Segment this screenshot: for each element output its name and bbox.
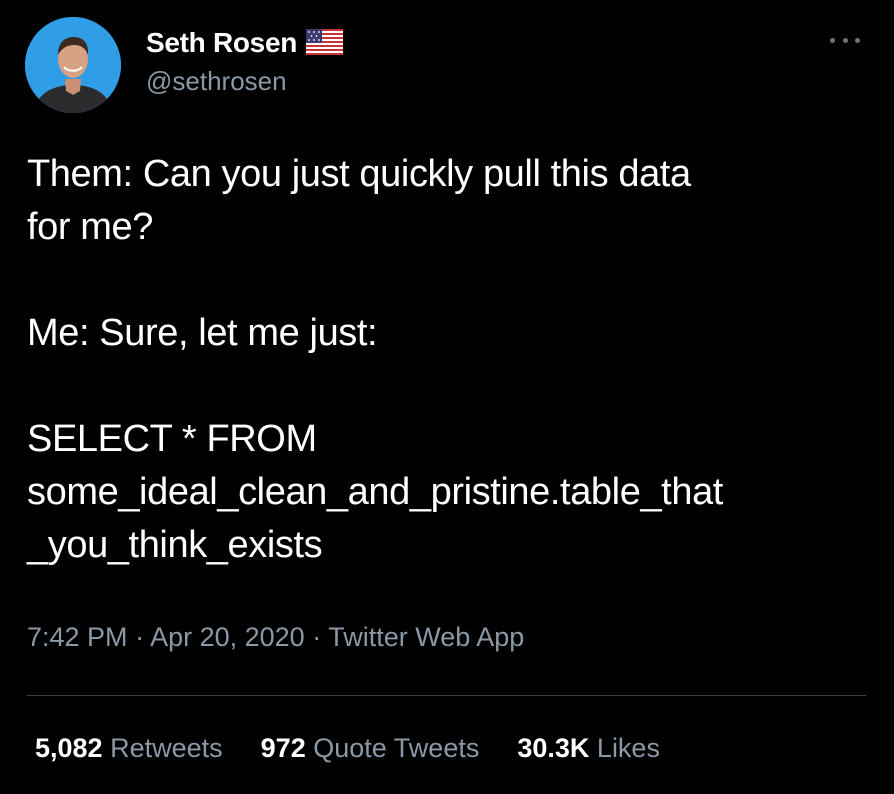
author-display-name[interactable]: Seth Rosen: [146, 27, 297, 59]
engagement-stats: 5,082 Retweets 972 Quote Tweets 30.3K Li…: [35, 733, 660, 764]
quote-tweets-label: Quote Tweets: [313, 733, 480, 763]
likes-count: 30.3K: [517, 733, 590, 763]
dot: [855, 37, 860, 43]
tweet-text-line: _you_think_exists: [27, 524, 323, 566]
dot: [842, 37, 848, 43]
avatar[interactable]: [25, 17, 121, 113]
likes-label: Likes: [596, 733, 660, 763]
avatar-portrait-icon: [25, 17, 121, 113]
tweet-metadata: 7:42 PM · Apr 20, 2020 · Twitter Web App: [27, 622, 524, 653]
dot: [830, 37, 835, 43]
more-options-icon[interactable]: [830, 30, 860, 50]
divider: [27, 695, 866, 696]
us-flag-icon: [306, 28, 344, 60]
tweet-text-line: for me?: [27, 206, 154, 248]
author-block: Seth Rosen @sethrosen: [146, 24, 344, 97]
meta-separator: ·: [127, 622, 151, 652]
tweet-text-line: some_ideal_clean_and_pristine.table_that: [27, 471, 723, 513]
tweet-date[interactable]: Apr 20, 2020: [150, 622, 305, 652]
retweets-count: 5,082: [35, 733, 103, 763]
tweet-text-line: SELECT * FROM: [27, 418, 317, 460]
meta-separator: ·: [304, 622, 329, 652]
tweet-text-line: Me: Sure, let me just:: [27, 312, 378, 354]
author-handle[interactable]: @sethrosen: [146, 66, 343, 97]
tweet-text: Them: Can you just quickly pull this dat…: [27, 148, 872, 572]
likes-stat[interactable]: 30.3K Likes: [517, 733, 660, 764]
tweet-time[interactable]: 7:42 PM: [27, 622, 128, 652]
tweet-text-line: Them: Can you just quickly pull this dat…: [27, 153, 691, 195]
quote-tweets-stat[interactable]: 972 Quote Tweets: [261, 733, 480, 764]
author-name-row: Seth Rosen: [146, 24, 344, 62]
retweets-label: Retweets: [110, 733, 223, 763]
tweet-source[interactable]: Twitter Web App: [328, 622, 524, 652]
quote-tweets-count: 972: [260, 733, 306, 763]
tweet-card: Seth Rosen @sethrosen Them: Can you just…: [0, 0, 894, 794]
retweets-stat[interactable]: 5,082 Retweets: [35, 733, 223, 764]
